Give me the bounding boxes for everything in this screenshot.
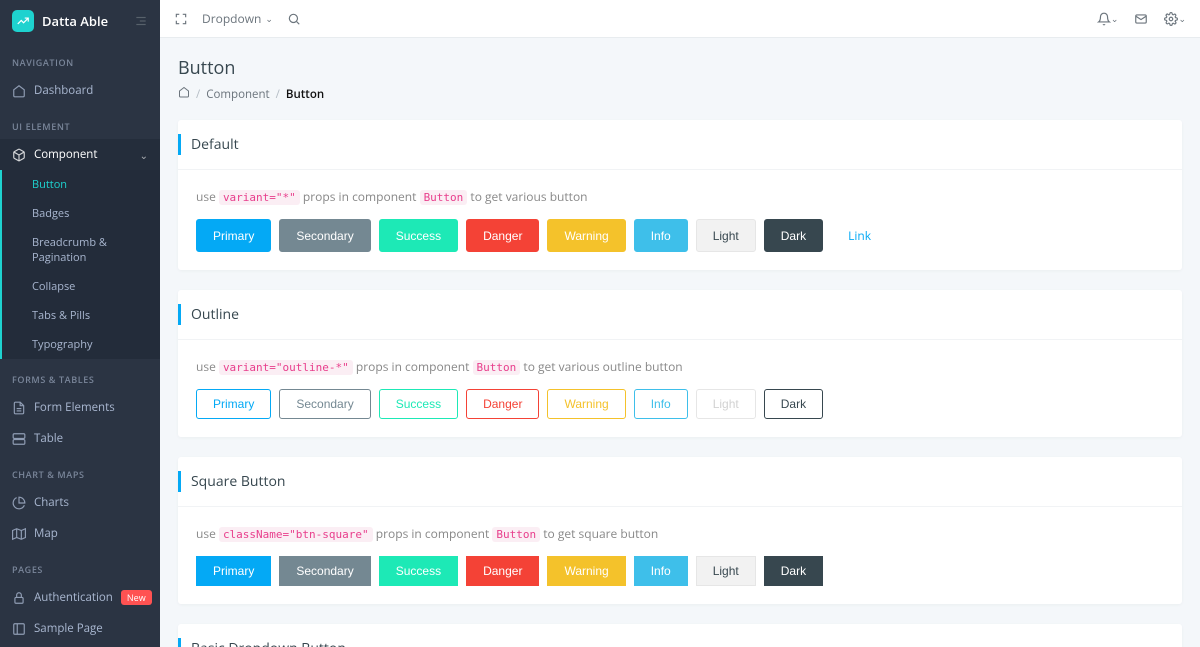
bell-icon[interactable]: ⌄ <box>1097 12 1119 26</box>
nav-item-label: Sample Page <box>34 621 103 636</box>
card-title: Basic Dropdown Button <box>178 638 1164 647</box>
page-title: Button <box>178 56 1182 80</box>
breadcrumb-link[interactable]: Component <box>206 87 269 102</box>
card-default: Default use variant="*" props in compone… <box>178 120 1182 270</box>
link-button[interactable]: Link <box>831 219 888 252</box>
dark-button[interactable]: Dark <box>764 219 823 252</box>
nav-subitem[interactable]: Tabs & Pills <box>2 301 160 330</box>
breadcrumb-current: Button <box>286 87 324 102</box>
nav-subitem[interactable]: Collapse <box>2 272 160 301</box>
nav-item-label: Form Elements <box>34 400 115 415</box>
nav-item[interactable]: Map <box>0 518 160 549</box>
nav-item-label: Map <box>34 526 58 541</box>
file-icon <box>12 401 26 415</box>
chevron-down-icon: ⌄ <box>265 12 273 25</box>
server-icon <box>12 432 26 446</box>
nav-item[interactable]: AuthenticationNew› <box>0 582 160 613</box>
dark-button[interactable]: Dark <box>764 389 823 419</box>
info-button[interactable]: Info <box>634 219 688 252</box>
nav-item-label: Dashboard <box>34 83 93 98</box>
secondary-button[interactable]: Secondary <box>279 389 370 419</box>
nav-subitem[interactable]: Breadcrumb & Pagination <box>2 228 160 272</box>
nav-subitem[interactable]: Typography <box>2 330 160 359</box>
nav-subitem[interactable]: Badges <box>2 199 160 228</box>
nav-item-label: Authentication <box>34 590 113 605</box>
topbar-dropdown[interactable]: Dropdown ⌄ <box>202 10 273 27</box>
nav-submenu: ButtonBadgesBreadcrumb & PaginationColla… <box>0 170 160 359</box>
lock-icon <box>12 591 26 605</box>
primary-button[interactable]: Primary <box>196 556 271 586</box>
dark-button[interactable]: Dark <box>764 556 823 586</box>
light-button[interactable]: Light <box>696 556 756 586</box>
nav-badge: New <box>121 590 152 605</box>
nav-item[interactable]: Dashboard <box>0 75 160 106</box>
secondary-button[interactable]: Secondary <box>279 219 370 252</box>
info-button[interactable]: Info <box>634 556 688 586</box>
nav-item[interactable]: Table <box>0 423 160 454</box>
card-dropdown: Basic Dropdown Button Primary▼Secondary▼… <box>178 624 1182 647</box>
warning-button[interactable]: Warning <box>547 219 625 252</box>
fullscreen-icon[interactable] <box>174 12 188 26</box>
danger-button[interactable]: Danger <box>466 556 539 586</box>
box-icon <box>12 148 26 162</box>
brand-icon <box>12 10 34 32</box>
primary-button[interactable]: Primary <box>196 389 271 419</box>
home-icon <box>12 84 26 98</box>
card-title: Default <box>178 134 1164 155</box>
success-button[interactable]: Success <box>379 219 458 252</box>
nav-caption: CHART & MAPS <box>0 454 160 487</box>
nav-caption: PAGES <box>0 549 160 582</box>
card-hint: use className="btn-square" props in comp… <box>196 525 1164 542</box>
search-icon[interactable] <box>287 12 301 26</box>
success-button[interactable]: Success <box>379 389 458 419</box>
card-square: Square Button use className="btn-square"… <box>178 457 1182 604</box>
card-hint: use variant="*" props in component Butto… <box>196 188 1164 205</box>
success-button[interactable]: Success <box>379 556 458 586</box>
pie-icon <box>12 496 26 510</box>
card-title: Square Button <box>178 471 1164 492</box>
mail-icon[interactable] <box>1134 12 1148 26</box>
card-hint: use variant="outline-*" props in compone… <box>196 358 1164 375</box>
warning-button[interactable]: Warning <box>547 556 625 586</box>
secondary-button[interactable]: Secondary <box>279 556 370 586</box>
info-button[interactable]: Info <box>634 389 688 419</box>
danger-button[interactable]: Danger <box>466 219 539 252</box>
warning-button[interactable]: Warning <box>547 389 625 419</box>
primary-button[interactable]: Primary <box>196 219 271 252</box>
card-outline: Outline use variant="outline-*" props in… <box>178 290 1182 437</box>
nav-item-label: Charts <box>34 495 69 510</box>
light-button[interactable]: Light <box>696 219 756 252</box>
topbar: Dropdown ⌄ ⌄ ⌄ <box>160 0 1200 38</box>
light-button[interactable]: Light <box>696 389 756 419</box>
nav-caption: NAVIGATION <box>0 42 160 75</box>
topbar-dropdown-label: Dropdown <box>202 10 261 27</box>
nav-item[interactable]: Form Elements <box>0 392 160 423</box>
breadcrumb: / Component / Button <box>178 86 1182 102</box>
nav-item[interactable]: Sample Page <box>0 613 160 644</box>
card-title: Outline <box>178 304 1164 325</box>
nav-caption: UI ELEMENT <box>0 106 160 139</box>
settings-icon[interactable]: ⌄ <box>1164 12 1186 26</box>
content: Button / Component / Button Default use … <box>160 38 1200 647</box>
nav-item-label: Component <box>34 147 97 162</box>
sidebar-toggle-icon[interactable] <box>134 14 148 28</box>
brand-name: Datta Able <box>42 12 108 30</box>
danger-button[interactable]: Danger <box>466 389 539 419</box>
sidebar: Datta Able NAVIGATION Dashboard UI ELEMENT… <box>0 0 160 647</box>
home-icon[interactable] <box>178 86 190 102</box>
chevron-down-icon: ⌄ <box>140 148 148 162</box>
sidebar-icon <box>12 622 26 636</box>
nav-subitem[interactable]: Button <box>2 170 160 199</box>
brand[interactable]: Datta Able <box>0 0 160 42</box>
map-icon <box>12 527 26 541</box>
nav-caption: FORMS & TABLES <box>0 359 160 392</box>
nav-item[interactable]: Charts <box>0 487 160 518</box>
nav-item[interactable]: Component ⌄ <box>0 139 160 170</box>
nav-item-label: Table <box>34 431 63 446</box>
